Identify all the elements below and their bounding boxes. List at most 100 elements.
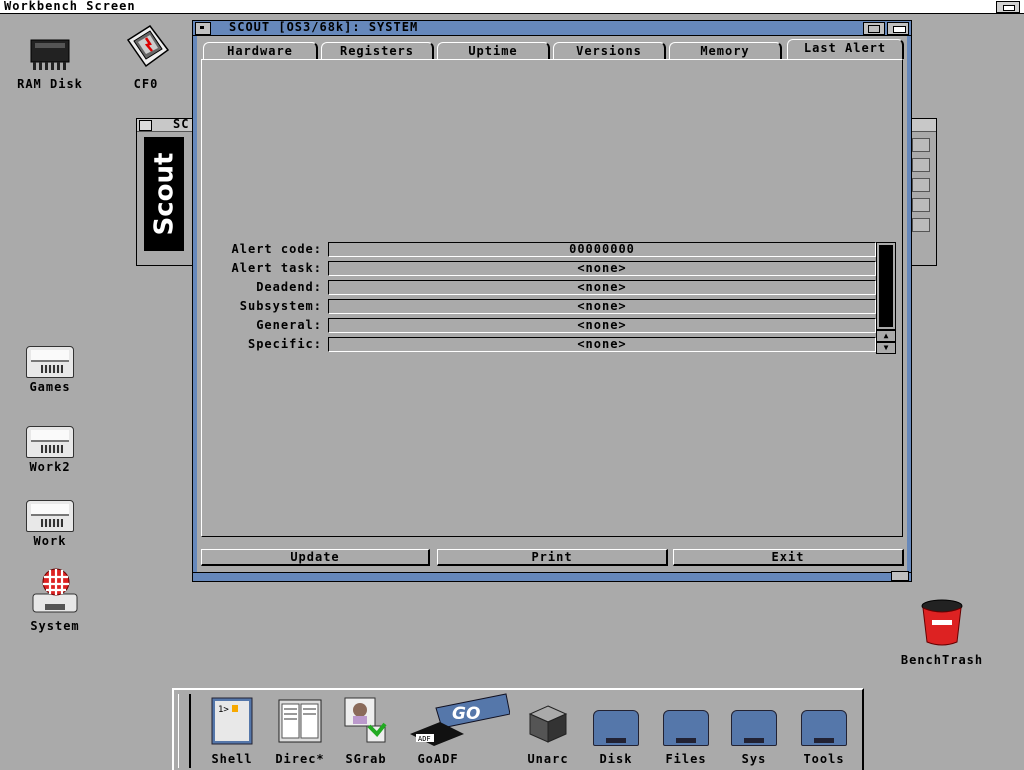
field-label: General: [256,318,322,332]
goadf-icon: GO ADF [410,693,511,746]
goadf-logo-text: GO [452,704,480,724]
desktop-icon-work2[interactable]: Work2 [18,426,82,474]
dock-item-files[interactable]: Files [654,696,718,766]
dock-bar: 1> Shell Direc* SGrab GO ADF GoADF Unarc… [172,688,864,770]
field-row-alert-task: Alert task: <none> [202,261,902,277]
scroll-down-icon[interactable]: ▼ [876,342,896,354]
update-button[interactable]: Update [201,549,430,566]
tab-memory[interactable]: Memory [669,42,782,59]
icon-label: Games [29,380,71,394]
background-window-title-bar[interactable]: SC [137,117,193,132]
desktop-icon-work[interactable]: Work [20,500,80,548]
icon-label: System [30,619,80,633]
window-title-bar[interactable]: SCOUT [OS3/68k]: SYSTEM [193,20,911,36]
scout-system-window[interactable]: SCOUT [OS3/68k]: SYSTEM Hardware Registe… [192,20,912,582]
hard-drive-icon [26,426,74,458]
dock-item-shell[interactable]: 1> Shell [200,696,264,766]
dock-item-label: Direc* [275,752,325,766]
general-value: <none> [328,318,876,333]
drawer-icon [663,710,709,746]
field-row-specific: Specific: <none> [202,337,902,353]
file-manager-icon [278,699,322,743]
drawer-icon [731,710,777,746]
archive-box-icon [528,705,568,743]
tab-versions[interactable]: Versions [553,42,666,59]
dock-item-label: Shell [211,752,253,766]
icon-label: CF0 [133,77,159,91]
exit-button[interactable]: Exit [673,549,904,566]
tab-last-alert[interactable]: Last Alert [787,39,904,59]
desktop-icon-system[interactable]: System [20,566,90,633]
background-window-right-edge [910,118,937,266]
hard-drive-icon [26,500,74,532]
dock-item-label: Disk [599,752,633,766]
scroll-knob[interactable] [879,245,893,327]
screen-title-bar[interactable]: Workbench Screen [0,0,1024,14]
scroll-up-icon[interactable]: ▲ [876,330,896,342]
dock-item-label: Sys [741,752,767,766]
field-row-general: General: <none> [202,318,902,334]
scout-logo: Scout [144,137,184,251]
dock-item-disk[interactable]: Disk [584,696,648,766]
icon-label: Work2 [29,460,71,474]
list-gadget-icon [912,138,930,152]
resize-icon[interactable] [891,571,909,581]
boing-ball-drive-icon [32,568,78,613]
screen-title: Workbench Screen [4,0,136,13]
depth-icon[interactable] [887,22,909,35]
window-title: SCOUT [OS3/68k]: SYSTEM [229,20,419,34]
depth-gadget-icon[interactable] [910,119,936,132]
subsystem-value: <none> [328,299,876,314]
window-border-right [907,36,911,576]
dock-item-goadf[interactable]: GO ADF GoADF [406,690,511,766]
icon-label: RAM Disk [17,77,83,91]
svg-text:1>: 1> [218,705,229,715]
dock-drag-handle[interactable] [178,694,191,768]
specific-value: <none> [328,337,876,352]
icon-label: Work [33,534,67,548]
tab-uptime[interactable]: Uptime [437,42,550,59]
dock-item-label: GoADF [417,752,459,766]
list-gadget-icon [912,158,930,172]
drawer-icon [801,710,847,746]
field-label: Subsystem: [239,299,322,313]
dock-item-directory-opus[interactable]: Direc* [268,696,332,766]
desktop-icon-cf0[interactable]: CF0 [112,22,180,91]
field-row-subsystem: Subsystem: <none> [202,299,902,315]
background-scout-window[interactable]: SC Scout [136,117,194,266]
desktop-icon-benchtrash[interactable]: BenchTrash [888,598,996,667]
field-label: Deadend: [256,280,322,294]
scout-logo-text: Scout [149,152,180,236]
trash-can-icon [921,599,963,646]
close-icon[interactable] [195,22,211,35]
alert-scrollbar[interactable]: ▲ ▼ [876,242,896,354]
field-label: Alert code: [231,242,322,256]
background-window-title: SC [173,117,190,131]
tab-hardware[interactable]: Hardware [203,42,318,59]
screen-depth-gadget-icon[interactable] [996,1,1020,13]
tab-bar: Hardware Registers Uptime Versions Memor… [203,39,904,59]
dock-item-unarc[interactable]: Unarc [516,696,580,766]
list-gadget-icon [912,178,930,192]
dock-item-label: Files [665,752,707,766]
field-row-alert-code: Alert code: 00000000 [202,242,902,258]
last-alert-panel: Alert code: 00000000 Alert task: <none> … [201,59,903,537]
zoom-icon[interactable] [863,22,885,35]
close-gadget-icon[interactable] [139,120,152,131]
screen-grabber-icon [344,697,387,743]
print-button[interactable]: Print [437,549,668,566]
dock-item-sgrab[interactable]: SGrab [334,696,398,766]
alert-code-value: 00000000 [328,242,876,257]
shell-icon: 1> [211,697,253,745]
drawer-icon [593,710,639,746]
dock-item-tools[interactable]: Tools [792,696,856,766]
tab-registers[interactable]: Registers [321,42,434,59]
scroll-track[interactable] [876,242,896,330]
dock-item-sys[interactable]: Sys [722,696,786,766]
list-gadget-icon [912,198,930,212]
desktop-icon-ram-disk[interactable]: RAM Disk [6,34,94,91]
field-label: Specific: [247,337,322,351]
alert-task-value: <none> [328,261,876,276]
desktop-icon-games[interactable]: Games [20,346,80,394]
field-row-deadend: Deadend: <none> [202,280,902,296]
